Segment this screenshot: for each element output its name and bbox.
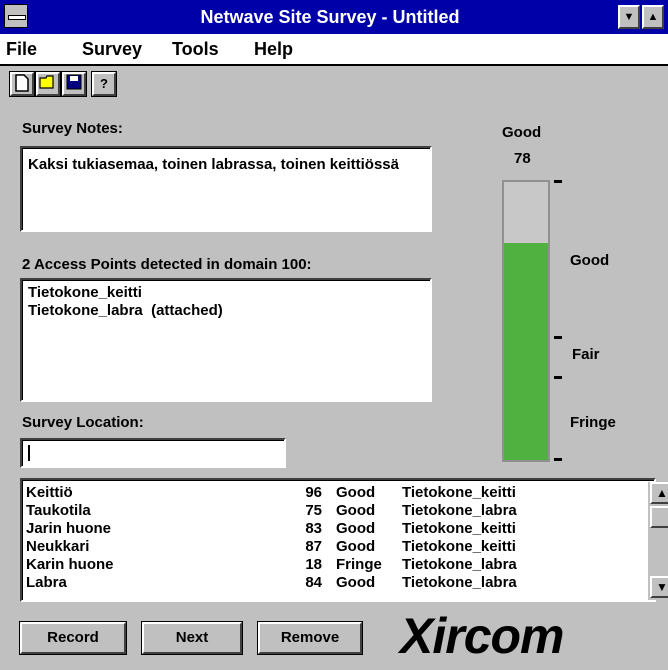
open-folder-icon[interactable] xyxy=(36,72,60,96)
help-icon[interactable]: ? xyxy=(92,72,116,96)
scale-good-label: Good xyxy=(570,252,610,269)
cell-quality: Good xyxy=(336,502,376,519)
scroll-up-icon[interactable]: ▲ xyxy=(650,482,668,504)
signal-meter-fill xyxy=(504,243,548,460)
survey-results-list[interactable]: Keittiö 96 Good Tietokone_keitti Taukotila 75… xyxy=(20,478,668,602)
list-item[interactable]: Keittiö 96 Good Tietokone_keitti xyxy=(26,484,626,502)
menu-file[interactable]: File xyxy=(6,34,37,64)
cell-location: Keittiö xyxy=(26,484,73,501)
cell-location: Taukotila xyxy=(26,502,91,519)
cell-quality: Good xyxy=(336,574,376,591)
list-item[interactable]: Neukkari 87 Good Tietokone_keitti xyxy=(26,538,626,556)
cell-location: Karin huone xyxy=(26,556,114,573)
survey-location-label: Survey Location: xyxy=(22,414,144,431)
scale-fringe-label: Fringe xyxy=(570,414,616,431)
cell-value: 84 xyxy=(305,574,322,591)
access-point-item[interactable]: Tietokone_labra (attached) xyxy=(28,302,223,320)
meter-tick xyxy=(554,180,562,183)
cell-location: Labra xyxy=(26,574,67,591)
xircom-logo: Xircom xyxy=(400,608,565,664)
cell-value: 87 xyxy=(305,538,322,555)
cell-ap: Tietokone_labra xyxy=(402,556,517,573)
signal-level-label: Good xyxy=(502,124,542,141)
survey-notes-text: Kaksi tukiasemaa, toinen labrassa, toine… xyxy=(28,156,399,173)
maximize-icon[interactable]: ▲ xyxy=(642,5,664,29)
remove-button[interactable]: Remove xyxy=(258,622,362,654)
access-points-list[interactable]: Tietokone_keitti Tietokone_labra (attach… xyxy=(20,278,432,402)
survey-location-input[interactable] xyxy=(20,438,286,468)
save-disk-icon[interactable] xyxy=(62,72,86,96)
access-point-item[interactable]: Tietokone_keitti xyxy=(28,284,142,302)
menu-tools[interactable]: Tools xyxy=(172,34,219,64)
cell-quality: Good xyxy=(336,484,376,501)
window-title: Netwave Site Survey - Untitled xyxy=(200,7,460,27)
cell-ap: Tietokone_labra xyxy=(402,574,517,591)
system-menu-icon[interactable] xyxy=(4,4,28,28)
survey-notes-label: Survey Notes: xyxy=(22,120,123,137)
signal-value: 78 xyxy=(514,150,531,167)
meter-tick xyxy=(554,376,562,379)
new-document-icon[interactable] xyxy=(10,72,34,96)
scroll-down-icon[interactable]: ▼ xyxy=(650,576,668,598)
list-item[interactable]: Taukotila 75 Good Tietokone_labra xyxy=(26,502,626,520)
scroll-thumb[interactable] xyxy=(650,506,668,528)
cell-location: Neukkari xyxy=(26,538,90,555)
cell-ap: Tietokone_keitti xyxy=(402,538,516,555)
access-points-label: 2 Access Points detected in domain 100: xyxy=(22,256,312,273)
meter-tick xyxy=(554,458,562,461)
menu-bar: File Survey Tools Help xyxy=(0,34,668,66)
cell-value: 18 xyxy=(305,556,322,573)
list-item[interactable]: Jarin huone 83 Good Tietokone_keitti xyxy=(26,520,626,538)
cell-value: 75 xyxy=(305,502,322,519)
text-cursor xyxy=(28,445,30,461)
survey-notes-field[interactable]: Kaksi tukiasemaa, toinen labrassa, toine… xyxy=(20,146,432,232)
cell-value: 96 xyxy=(305,484,322,501)
list-item[interactable]: Karin huone 18 Fringe Tietokone_labra xyxy=(26,556,626,574)
menu-help[interactable]: Help xyxy=(254,34,293,64)
menu-survey[interactable]: Survey xyxy=(82,34,142,64)
signal-meter xyxy=(502,180,550,462)
results-scrollbar[interactable]: ▲ ▼ xyxy=(648,482,668,600)
cell-ap: Tietokone_keitti xyxy=(402,484,516,501)
record-button[interactable]: Record xyxy=(20,622,126,654)
next-button[interactable]: Next xyxy=(142,622,242,654)
meter-tick xyxy=(554,336,562,339)
cell-quality: Good xyxy=(336,520,376,537)
title-bar: Netwave Site Survey - Untitled ▼ ▲ xyxy=(0,0,668,34)
scale-fair-label: Fair xyxy=(572,346,600,363)
cell-ap: Tietokone_labra xyxy=(402,502,517,519)
cell-quality: Fringe xyxy=(336,556,382,573)
cell-value: 83 xyxy=(305,520,322,537)
list-item[interactable]: Labra 84 Good Tietokone_labra xyxy=(26,574,626,592)
cell-location: Jarin huone xyxy=(26,520,112,537)
cell-quality: Good xyxy=(336,538,376,555)
minimize-icon[interactable]: ▼ xyxy=(618,5,640,29)
cell-ap: Tietokone_keitti xyxy=(402,520,516,537)
